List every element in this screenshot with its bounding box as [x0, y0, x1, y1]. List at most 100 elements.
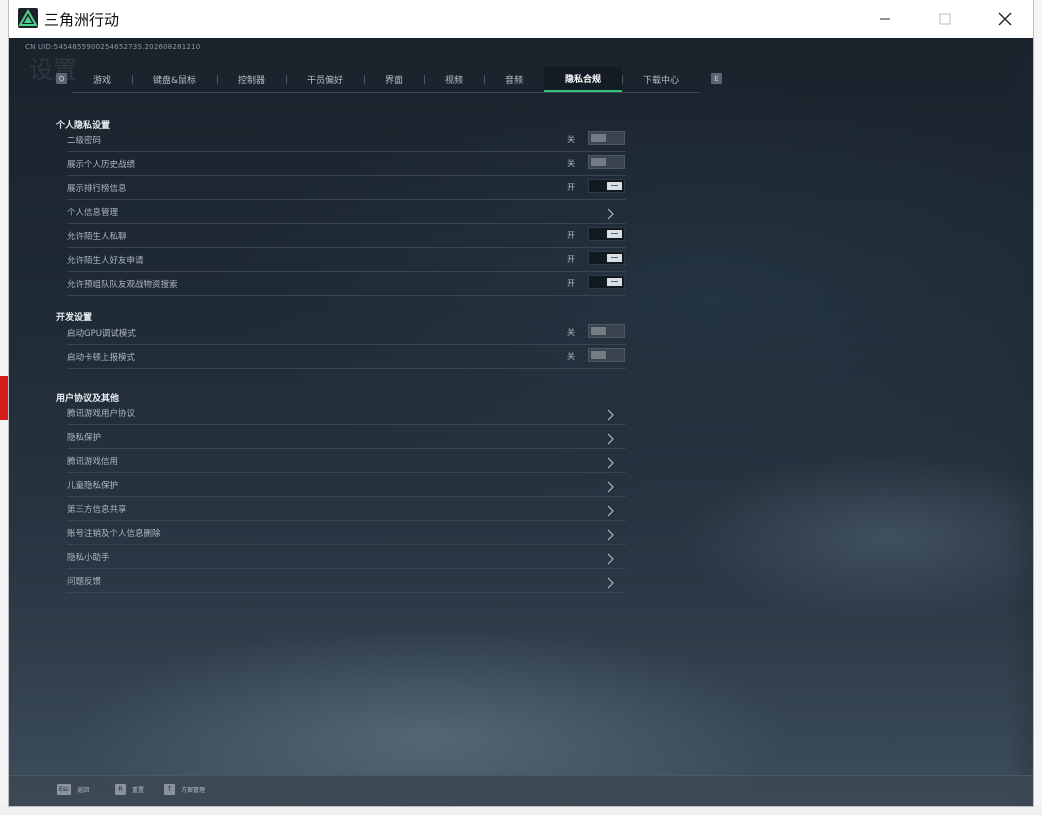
- maximize-icon: [939, 13, 951, 25]
- settings-row[interactable]: 账号注销及个人信息删除: [67, 521, 626, 545]
- key-cap: R: [115, 784, 126, 795]
- prev-tab-key[interactable]: Q: [56, 73, 67, 84]
- footer-hint[interactable]: T 方案管理: [164, 784, 205, 795]
- close-icon: [998, 12, 1012, 26]
- toggle-knob: [607, 254, 622, 262]
- toggle-switch[interactable]: [588, 179, 625, 193]
- minimize-icon: [880, 18, 890, 20]
- footer-hint-label: 重置: [132, 787, 145, 794]
- desktop-red-tab: [0, 376, 8, 420]
- row-label: 第三方信息共享: [67, 505, 127, 515]
- tab-1[interactable]: 键盘&鼠标: [132, 67, 217, 92]
- screen-edge-shade: [1007, 38, 1033, 806]
- chevron-right-icon: [604, 406, 616, 421]
- chevron-right-icon: [604, 550, 616, 565]
- tab-2[interactable]: 控制器: [217, 67, 286, 92]
- toggle-state-label: 关: [567, 135, 575, 144]
- toggle-state-label: 关: [567, 328, 575, 337]
- row-label: 二级密码: [67, 136, 102, 146]
- settings-row[interactable]: 腾讯游戏用户协议: [67, 401, 626, 425]
- maximize-button[interactable]: [915, 0, 975, 38]
- footer-hint-label: 返回: [77, 787, 90, 794]
- settings-row[interactable]: 儿童隐私保护: [67, 473, 626, 497]
- toggle-state-label: 开: [567, 279, 575, 288]
- tab-6[interactable]: 音频: [484, 67, 544, 92]
- key-cap: Esc: [57, 784, 72, 795]
- key-cap: T: [164, 784, 175, 795]
- footer-hint[interactable]: R 重置: [115, 784, 144, 795]
- footer-bar: Esc 返回 R 重置 T 方案管理: [9, 775, 1033, 806]
- settings-row[interactable]: 展示个人历史战绩 关: [67, 152, 626, 176]
- toggle-state-label: 关: [567, 352, 575, 361]
- chevron-right-icon: [604, 478, 616, 493]
- tab-4[interactable]: 界面: [364, 67, 424, 92]
- settings-row[interactable]: 隐私小助手: [67, 545, 626, 569]
- settings-row[interactable]: 允许预组队队友观战物资搜索 开: [67, 272, 626, 296]
- row-label: 展示个人历史战绩: [67, 160, 136, 170]
- chevron-right-icon: [604, 574, 616, 589]
- settings-row[interactable]: 个人信息管理: [67, 200, 626, 224]
- toggle-switch[interactable]: [588, 227, 625, 241]
- title-bar: 三角洲行动: [9, 0, 1033, 39]
- settings-tabbar: 游戏 键盘&鼠标 控制器 干员偏好 界面 视频 音频 隐私合规 下载中心: [72, 67, 700, 93]
- close-button[interactable]: [975, 0, 1033, 38]
- row-label: 问题反馈: [67, 577, 102, 587]
- tab-3[interactable]: 干员偏好: [286, 67, 364, 92]
- toggle-state-label: 关: [567, 159, 575, 168]
- settings-row[interactable]: 展示排行榜信息 开: [67, 176, 626, 200]
- chevron-right-icon: [604, 526, 616, 541]
- toggle-knob: [591, 134, 606, 142]
- chevron-right-icon: [604, 502, 616, 517]
- toggle-switch[interactable]: [588, 155, 625, 169]
- settings-row[interactable]: 启动卡顿上报模式 关: [67, 345, 626, 369]
- toggle-knob: [607, 230, 622, 238]
- delta-force-logo-icon: [18, 8, 38, 28]
- row-label: 允许预组队队友观战物资搜索: [67, 280, 178, 290]
- settings-row[interactable]: 隐私保护: [67, 425, 626, 449]
- toggle-switch[interactable]: [588, 348, 625, 362]
- desktop-background-right: [1032, 0, 1042, 815]
- row-label: 个人信息管理: [67, 208, 119, 218]
- chevron-right-icon: [604, 454, 616, 469]
- chevron-right-icon: [604, 205, 616, 220]
- toggle-switch[interactable]: [588, 324, 625, 338]
- row-label: 隐私保护: [67, 433, 102, 443]
- toggle-switch[interactable]: [588, 131, 625, 145]
- toggle-knob: [591, 158, 606, 166]
- row-label: 腾讯游戏信用: [67, 457, 119, 467]
- game-window: 三角洲行动 设置 CN UID:545485590025465273S.2026…: [9, 0, 1033, 806]
- settings-row[interactable]: 二级密码 关: [67, 128, 626, 152]
- tab-8[interactable]: 下载中心: [622, 67, 700, 92]
- row-label: 启动GPU调试模式: [67, 329, 136, 339]
- toggle-switch[interactable]: [588, 251, 625, 265]
- row-label: 展示排行榜信息: [67, 184, 127, 194]
- toggle-switch[interactable]: [588, 275, 625, 289]
- footer-hint[interactable]: Esc 返回: [57, 784, 89, 795]
- settings-row[interactable]: 启动GPU调试模式 关: [67, 321, 626, 345]
- uid-label: CN UID:545485590025465273S.202608281210: [25, 43, 201, 51]
- settings-row[interactable]: 第三方信息共享: [67, 497, 626, 521]
- next-tab-key[interactable]: E: [711, 73, 722, 84]
- toggle-knob: [591, 327, 606, 335]
- toggle-knob: [607, 182, 622, 190]
- toggle-state-label: 开: [567, 231, 575, 240]
- tab-7[interactable]: 隐私合规: [544, 67, 623, 92]
- settings-screen: 设置 CN UID:545485590025465273S.2026082812…: [9, 38, 1033, 806]
- minimize-button[interactable]: [855, 0, 915, 38]
- footer-hint-label: 方案管理: [181, 787, 206, 794]
- tab-5[interactable]: 视频: [424, 67, 484, 92]
- toggle-knob: [607, 278, 622, 286]
- toggle-knob: [591, 351, 606, 359]
- row-label: 允许陌生人好友申请: [67, 256, 144, 266]
- ghost-heading: 设置: [29, 56, 77, 84]
- row-label: 启动卡顿上报模式: [67, 353, 136, 363]
- settings-row[interactable]: 腾讯游戏信用: [67, 449, 626, 473]
- chevron-right-icon: [604, 430, 616, 445]
- settings-row[interactable]: 问题反馈: [67, 569, 626, 593]
- tab-0[interactable]: 游戏: [72, 67, 132, 92]
- settings-row[interactable]: 允许陌生人好友申请 开: [67, 248, 626, 272]
- row-label: 腾讯游戏用户协议: [67, 409, 136, 419]
- row-label: 允许陌生人私聊: [67, 232, 127, 242]
- settings-row[interactable]: 允许陌生人私聊 开: [67, 224, 626, 248]
- row-label: 隐私小助手: [67, 553, 110, 563]
